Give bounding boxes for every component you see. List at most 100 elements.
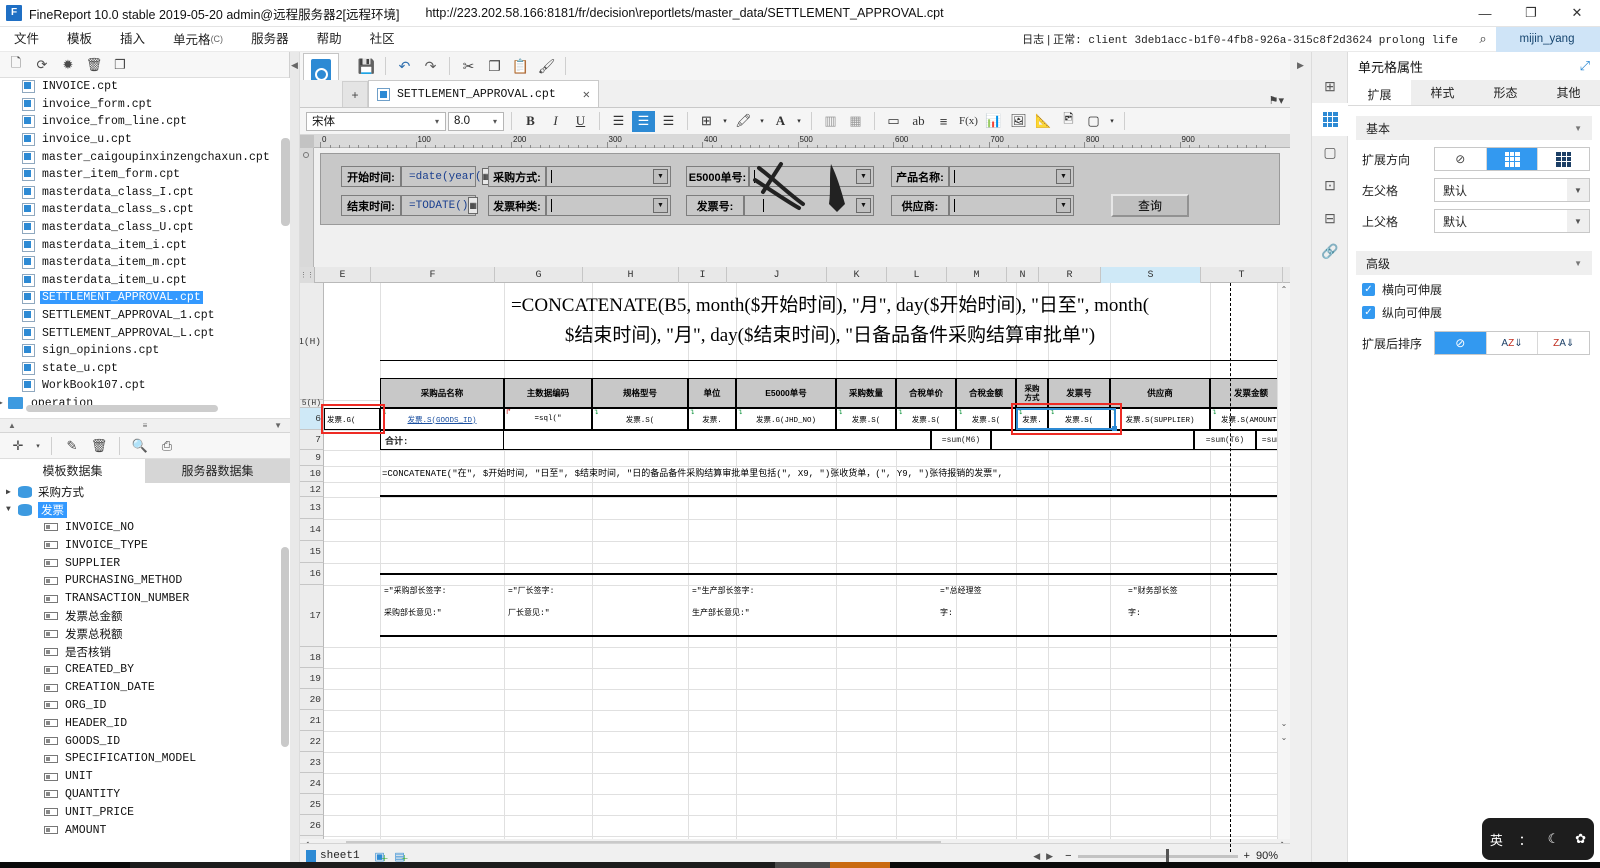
tree-file-item[interactable]: SETTLEMENT_APPROVAL.cpt [0, 289, 290, 307]
tree-file-item[interactable]: SETTLEMENT_APPROVAL_1.cpt [0, 307, 290, 325]
nav-next-icon[interactable]: ▶ [1046, 851, 1053, 862]
tab-other[interactable]: 其他 [1537, 80, 1600, 105]
query-button[interactable]: 查询 [1111, 194, 1189, 217]
hyperlink-group-icon[interactable]: ⊟ [1312, 202, 1348, 235]
column-header-T[interactable]: T [1201, 267, 1283, 283]
column-header-J[interactable]: J [727, 267, 827, 283]
top-parent-select[interactable]: 默认 ▼ [1434, 209, 1590, 233]
chart-icon[interactable]: 📊 [982, 111, 1005, 132]
chevron-down-icon[interactable]: ▾ [757, 111, 767, 132]
param-input-invoice-type[interactable]: ▼ [546, 195, 671, 216]
table-data-cell[interactable]: ↴ 发票.S(GOODS_ID) [380, 408, 504, 430]
chevron-down-icon[interactable]: ▾ [487, 117, 503, 126]
dataset-field-item[interactable]: TRANSACTION_NUMBER [0, 590, 290, 608]
chevron-down-icon[interactable]: ▼ [1567, 179, 1589, 201]
tree-horizontal-scrollbar[interactable] [26, 405, 218, 412]
cell-total-M[interactable]: =sum(M6) [931, 430, 991, 450]
chevron-down-icon[interactable]: ▼ [1574, 259, 1582, 268]
table-header-cell[interactable]: 采购 方式 [1016, 378, 1048, 408]
checkbox-vertical-expandable[interactable]: ✓ 纵向可伸展 [1348, 298, 1600, 321]
row-header-15[interactable]: 15 [300, 541, 324, 563]
tree-file-item[interactable]: master_caigoupinxinzengchaxun.cpt [0, 148, 290, 166]
dataset-field-item[interactable]: CREATION_DATE [0, 679, 290, 697]
underline-button[interactable]: U [569, 111, 592, 132]
row-header-24[interactable]: 24 [300, 773, 324, 794]
border-icon[interactable]: ⊞ [695, 111, 718, 132]
row-header-23[interactable]: 23 [300, 752, 324, 773]
dataset-tree[interactable]: ▶ 采购方式 ▼ 发票 INVOICE_NO INVOICE_TYPE SUPPLI… [0, 483, 290, 868]
preview-dataset-icon[interactable]: 🔍 [128, 435, 152, 457]
column-header-H[interactable]: H [583, 267, 679, 283]
row-header-10[interactable]: 10 [300, 466, 324, 482]
dataset-field-item[interactable]: PURCHASING_METHOD [0, 572, 290, 590]
dataset-field-item[interactable]: UNIT_PRICE [0, 803, 290, 821]
ime-settings-icon[interactable]: ✿ [1575, 831, 1586, 847]
checkbox-icon[interactable]: ✓ [1362, 283, 1375, 296]
column-header-L[interactable]: L [887, 267, 947, 283]
image-icon[interactable]: 🖼 [1007, 111, 1030, 132]
menu-help[interactable]: 帮助 [303, 27, 356, 52]
chevron-down-icon[interactable]: ▼ [6, 505, 18, 514]
row-header-21[interactable]: 21 [300, 710, 324, 731]
chevron-down-icon[interactable]: ▾ [794, 111, 804, 132]
sheet-tab[interactable]: sheet1 [300, 850, 370, 862]
maximize-button[interactable]: ❐ [1508, 0, 1554, 27]
shape-icon[interactable]: ▢ [1082, 111, 1105, 132]
edit-dataset-icon[interactable]: ✎ [60, 435, 84, 457]
row-header-18[interactable]: 18 [300, 647, 324, 668]
tree-file-item[interactable]: master_item_form.cpt [0, 166, 290, 184]
font-family-select[interactable]: 宋体 ▾ [306, 111, 446, 131]
column-header-V[interactable]: V [1283, 267, 1290, 283]
menu-template[interactable]: 模板 [53, 27, 106, 52]
table-header-cell[interactable]: 供应商 [1110, 378, 1210, 408]
table-data-cell[interactable]: ↴ 发票. [688, 408, 736, 430]
column-header-M[interactable]: M [947, 267, 1007, 283]
tab-template-dataset[interactable]: 模板数据集 [0, 459, 145, 483]
align-center-icon[interactable]: ☰ [632, 110, 655, 132]
zoom-in-button[interactable]: + [1244, 850, 1250, 862]
row-header-12[interactable]: 12 [300, 482, 324, 497]
row-header-5H[interactable]: 5(H) [300, 399, 324, 408]
chevron-down-icon[interactable]: ▾ [720, 111, 730, 132]
cell-row9-formula[interactable]: =CONCATENATE("在", $开始时间, "日至", $结束时间, "日… [382, 466, 1282, 482]
scroll-up-icon[interactable]: ▲ [8, 421, 16, 430]
refresh-icon[interactable]: ⟳ [30, 54, 54, 76]
dataset-scrollbar[interactable] [281, 547, 289, 747]
param-input-purchase-method[interactable]: ▼ [546, 166, 671, 187]
spreadsheet[interactable]: ⋮⋮ EFGHIJKLMNRSTVW 1(H)5(H)6791012131415… [300, 267, 1290, 852]
paste-icon[interactable]: 📋 [508, 54, 533, 78]
fill-color-icon[interactable]: 🖍 [732, 111, 755, 132]
dataset-caigoufangshi[interactable]: ▶ 采购方式 [0, 483, 290, 501]
table-header-cell[interactable]: E5000单号 [736, 378, 836, 408]
document-tab[interactable]: SETTLEMENT_APPROVAL.cpt ✕ [368, 80, 599, 107]
checkbox-horizontal-expandable[interactable]: ✓ 横向可伸展 [1348, 275, 1600, 298]
dataset-field-item[interactable]: 发票总金额 [0, 608, 290, 626]
signature-cell[interactable]: ="总经理签 字: [936, 577, 1124, 633]
table-header-cell[interactable]: 主数据编码 [504, 378, 592, 408]
collapse-right-panel-button[interactable]: ▶ [1290, 52, 1312, 868]
table-header-cell[interactable]: 合稅金额 [956, 378, 1016, 408]
tree-resize-bar[interactable]: ▲ ≡ ▼ [0, 418, 290, 432]
report-structure-icon[interactable]: ⊞ [1312, 70, 1348, 103]
widget-icon[interactable]: ▭ [882, 111, 905, 132]
param-input-invoice-no[interactable]: ▼ [744, 195, 874, 216]
table-data-cell[interactable]: ↴ 发票.G(JHD_NO) [736, 408, 836, 430]
calendar-icon[interactable]: ▦ [468, 197, 478, 214]
zoom-slider[interactable] [1077, 848, 1238, 864]
signature-cell[interactable]: ="厂长签字: 厂长意见:" [504, 577, 688, 633]
dataset-field-item[interactable]: AMOUNT [0, 821, 290, 839]
close-icon[interactable]: ✕ [583, 87, 590, 102]
report-title-formula[interactable]: =CONCATENATE(B5, month($开始时间), "月", day(… [380, 291, 1280, 361]
selected-cell-S6[interactable] [1016, 408, 1117, 431]
close-button[interactable]: ✕ [1554, 0, 1600, 27]
tree-file-item[interactable]: masterdata_class_U.cpt [0, 219, 290, 237]
expand-horizontal-icon[interactable] [1486, 148, 1539, 170]
param-input-e5000-no[interactable]: ▼ [749, 166, 874, 187]
tab-overflow-icon[interactable]: ⚑▾ [1269, 94, 1284, 107]
tree-vertical-scrollbar[interactable] [281, 138, 290, 226]
column-header-F[interactable]: F [371, 267, 495, 283]
cell-total-T[interactable]: =sum(T6) [1194, 430, 1256, 450]
param-input-end-time[interactable]: =TODATE() ▦ [401, 195, 478, 216]
dataset-field-item[interactable]: SUPPLIER [0, 554, 290, 572]
row-header-20[interactable]: 20 [300, 689, 324, 710]
